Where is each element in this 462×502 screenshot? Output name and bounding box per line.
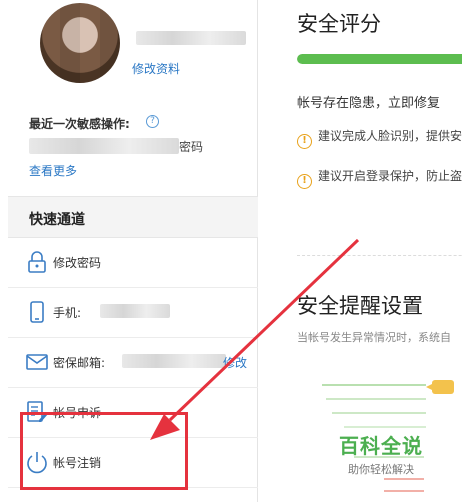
annotation-highlight-box [20,412,188,490]
tip-text: 建议完成人脸识别，提供安 [318,129,462,143]
nav-item-label: 修改密码 [53,256,102,270]
warning-icon: ! [297,174,312,189]
recent-operation-redacted [29,138,179,154]
quick-access-title: 快速通道 [29,212,85,228]
illustration-line [384,490,424,492]
edit-profile-link[interactable]: 修改资料 [132,60,180,77]
warning-icon: ! [297,134,312,149]
nav-item-phone[interactable]: 手机: [8,288,258,338]
tip-text: 建议开启登录保护，防止盗 [318,169,462,183]
risk-warning-text: 帐号存在隐患，立即修复 [297,96,441,111]
quick-access-header: 快速通道 [8,196,258,238]
phone-icon [26,300,48,324]
illustration-line [344,426,426,428]
watermark-title: 百科全说 [339,434,423,458]
nav-item-label: 手机: [53,306,82,320]
mail-icon [26,350,48,374]
message-bubble-icon [426,380,454,394]
avatar[interactable] [40,3,120,83]
main-content: 安全评分 帐号存在隐患，立即修复 ! 建议完成人脸识别，提供安 ! 建议开启登录保护… [259,0,462,502]
watermark-subtitle: 助你轻松解决 [348,463,414,476]
security-reminder-description: 当帐号发生异常情况时，系统自 [297,331,451,344]
nav-item-security-email[interactable]: 密保邮箱: 修改 [8,338,258,388]
watermark: 百科全说 助你轻松解决 [336,430,426,477]
security-score-title: 安全评分 [297,12,381,36]
illustration-line [332,412,426,414]
view-more-link[interactable]: 查看更多 [29,162,77,179]
recent-operation-label: 最近一次敏感操作: [29,117,130,131]
tip-login-protection[interactable]: ! 建议开启登录保护，防止盗 [297,167,462,189]
username-redacted [136,31,246,45]
illustration-line [322,384,426,386]
help-icon[interactable]: ? [146,115,159,128]
security-reminder-title: 安全提醒设置 [297,294,423,318]
email-redacted [122,354,226,368]
nav-item-change-password[interactable]: 修改密码 [8,238,258,288]
illustration-line [384,478,424,480]
phone-number-redacted [100,304,170,318]
lock-icon [26,250,48,274]
section-divider [297,255,462,256]
security-score-fill [297,54,462,64]
tip-face-recognition[interactable]: ! 建议完成人脸识别，提供安 [297,127,462,149]
security-score-progress [297,54,462,64]
recent-operation-value: 密码 [179,140,204,154]
illustration-line [326,398,426,400]
nav-item-label: 密保邮箱: [53,356,106,370]
edit-email-link[interactable]: 修改 [223,354,253,371]
